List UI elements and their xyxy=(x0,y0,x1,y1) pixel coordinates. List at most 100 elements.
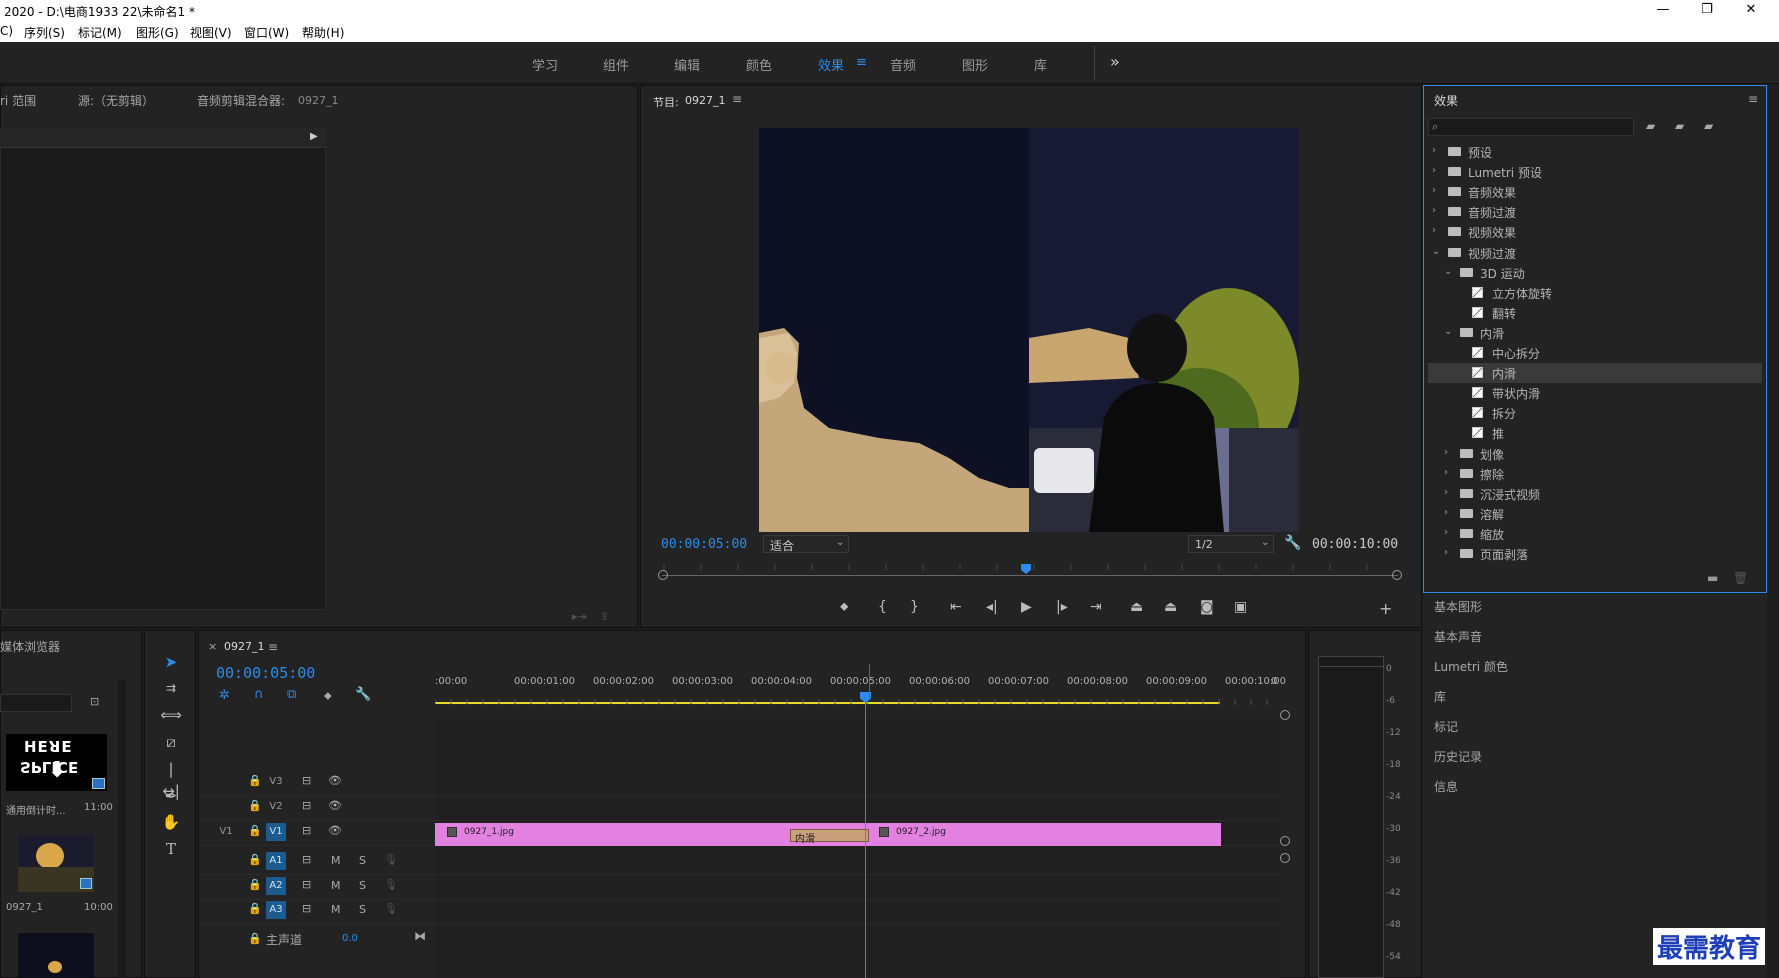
effects-tree-item[interactable]: ⌄ 视频过渡 xyxy=(1428,243,1762,263)
track-target-v3[interactable]: V3 xyxy=(266,773,286,791)
expand-arrow-icon[interactable]: ▶ xyxy=(310,131,318,142)
effects-tree-item[interactable]: 推 xyxy=(1428,423,1762,443)
selection-tool-icon[interactable]: ➤ xyxy=(160,651,182,673)
menu-markers[interactable]: 标记(M) xyxy=(78,24,122,41)
effects-tree-item[interactable]: › 划像 xyxy=(1428,444,1762,464)
effects-tree-item[interactable]: › 缩放 xyxy=(1428,524,1762,544)
wrench-icon[interactable]: 🔧 xyxy=(1284,535,1301,551)
effects-tree-item[interactable]: › Lumetri 预设 xyxy=(1428,162,1762,182)
play-icon[interactable]: ▶ xyxy=(1021,599,1032,615)
menu-window[interactable]: 窗口(W) xyxy=(244,24,289,41)
effects-tree-item[interactable]: 拆分 xyxy=(1428,403,1762,423)
chevron-down-icon[interactable]: ⌄ xyxy=(1432,246,1442,257)
snap-icon[interactable]: ∩ xyxy=(254,687,264,702)
program-preview[interactable] xyxy=(759,128,1299,532)
slip-tool-icon[interactable]: |↔| xyxy=(160,758,182,800)
ripple-edit-tool-icon[interactable]: ⟺ xyxy=(160,704,182,726)
tab-lumetri-scopes[interactable]: ri 范围 xyxy=(0,92,36,109)
menu-clip[interactable]: C) xyxy=(0,24,13,38)
sequence-thumbnail[interactable] xyxy=(18,835,94,892)
extract-icon[interactable]: ⏏ xyxy=(1164,599,1177,615)
effects-tree-item[interactable]: 立方体旋转 xyxy=(1428,283,1762,303)
chevron-down-icon[interactable]: ⌄ xyxy=(1444,266,1454,277)
program-scrubber[interactable] xyxy=(658,569,1402,583)
effects-tree-item[interactable]: 内滑 xyxy=(1428,363,1762,384)
mark-in-icon[interactable]: { xyxy=(878,599,887,615)
workspace-menu-icon[interactable]: ≡ xyxy=(856,55,867,70)
workspace-learn[interactable]: 学习 xyxy=(532,55,558,74)
add-marker-icon[interactable]: ⬥ xyxy=(324,689,332,703)
lock-icon[interactable]: 🔒 xyxy=(248,824,262,837)
menu-view[interactable]: 视图(V) xyxy=(190,24,232,41)
solo-button[interactable]: S xyxy=(359,854,366,867)
comparison-view-icon[interactable]: ▣ xyxy=(1234,599,1247,615)
workspace-overflow-icon[interactable]: » xyxy=(1110,52,1120,71)
mark-out-icon[interactable]: } xyxy=(910,599,919,615)
sync-lock-icon[interactable]: ⊟ xyxy=(302,878,311,891)
chevron-right-icon[interactable]: › xyxy=(1432,205,1442,216)
effects-tree-item[interactable]: › 擦除 xyxy=(1428,464,1762,484)
program-tab-label[interactable]: 节目: xyxy=(653,94,679,110)
effects-tree-item[interactable]: › 音频效果 xyxy=(1428,182,1762,202)
countdown-thumbnail[interactable]: HEꓤE SPLICE ⬇ xyxy=(6,734,107,791)
chevron-right-icon[interactable]: › xyxy=(1444,487,1454,498)
button-editor-icon[interactable]: + xyxy=(1379,599,1392,618)
program-sequence-name[interactable]: 0927_1 xyxy=(685,94,726,107)
media-browser-title[interactable]: 媒体浏览器 xyxy=(0,638,60,655)
mute-button[interactable]: M xyxy=(331,854,341,867)
mute-button[interactable]: M xyxy=(331,879,341,892)
new-bin-icon[interactable]: ▬ xyxy=(1707,571,1718,585)
timeline-close-icon[interactable]: × xyxy=(208,640,217,653)
media-thumbnail[interactable] xyxy=(18,933,94,978)
lock-icon[interactable]: 🔒 xyxy=(248,902,262,915)
side-panel-tab[interactable]: Lumetri 颜色 xyxy=(1434,658,1508,675)
workspace-libraries[interactable]: 库 xyxy=(1034,55,1047,74)
linked-selection-icon[interactable]: ⧉ xyxy=(287,687,296,702)
32bit-effects-icon[interactable]: ▰ xyxy=(1675,119,1684,133)
add-marker-icon[interactable]: ⬥ xyxy=(840,599,848,614)
side-panel-tab[interactable]: 库 xyxy=(1434,688,1446,705)
scroll-handle[interactable] xyxy=(1280,853,1290,863)
microphone-icon[interactable]: 🎙 xyxy=(384,902,398,915)
program-current-timecode[interactable]: 00:00:05:00 xyxy=(661,537,747,552)
menu-graphics[interactable]: 图形(G) xyxy=(136,24,179,41)
zoom-dropdown[interactable]: 适合 ⌄ xyxy=(763,535,849,553)
chevron-right-icon[interactable]: › xyxy=(1444,467,1454,478)
effects-tree-item[interactable]: 中心拆分 xyxy=(1428,343,1762,363)
timeline-sequence-tab[interactable]: 0927_1 xyxy=(224,640,265,653)
mute-button[interactable]: M xyxy=(331,903,341,916)
export-frame-icon[interactable]: ⇪ xyxy=(600,610,609,623)
effects-tree-item[interactable]: › 溶解 xyxy=(1428,504,1762,524)
lock-icon[interactable]: 🔒 xyxy=(248,853,262,866)
maximize-button[interactable]: ❐ xyxy=(1686,0,1728,20)
chevron-right-icon[interactable]: › xyxy=(1444,507,1454,518)
workspace-assembly[interactable]: 组件 xyxy=(603,55,629,74)
find-icon[interactable]: ⊡ xyxy=(90,695,99,708)
track-target-v1[interactable]: V1 xyxy=(266,823,286,841)
workspace-graphics[interactable]: 图形 xyxy=(962,55,988,74)
chevron-right-icon[interactable]: › xyxy=(1444,547,1454,558)
delete-icon[interactable]: 🗑 xyxy=(1733,571,1748,585)
hand-tool-icon[interactable]: ✋ xyxy=(160,811,182,833)
eye-icon[interactable]: 👁 xyxy=(328,774,342,787)
workspace-effects[interactable]: 效果 xyxy=(818,55,844,74)
side-panel-tab[interactable]: 历史记录 xyxy=(1434,748,1482,765)
insert-icon[interactable]: ▸⇥ xyxy=(572,610,587,623)
close-button[interactable]: ✕ xyxy=(1730,0,1772,20)
timeline-settings-icon[interactable]: 🔧 xyxy=(355,687,371,702)
scroll-handle[interactable] xyxy=(1280,836,1290,846)
master-expand-icon[interactable]: ⧓ xyxy=(414,929,426,943)
effects-tree-item[interactable]: › 音频过渡 xyxy=(1428,202,1762,222)
tab-source[interactable]: 源:（无剪辑） xyxy=(78,92,154,109)
scrubber-end-handle[interactable] xyxy=(1392,570,1402,580)
chevron-right-icon[interactable]: › xyxy=(1432,165,1442,176)
effects-tree-item[interactable]: › 沉浸式视频 xyxy=(1428,484,1762,504)
track-target-a3[interactable]: A3 xyxy=(266,901,286,919)
project-item-name[interactable]: 通用倒计时... xyxy=(6,802,66,817)
camera-icon[interactable]: ◙ xyxy=(1200,599,1214,615)
pen-tool-icon[interactable]: ✒ xyxy=(160,785,182,807)
lock-icon[interactable]: 🔒 xyxy=(248,878,262,891)
menu-sequence[interactable]: 序列(S) xyxy=(24,24,65,41)
effects-tree-item[interactable]: 带状内滑 xyxy=(1428,383,1762,403)
effects-tree-item[interactable]: ⌄ 3D 运动 xyxy=(1428,263,1762,283)
